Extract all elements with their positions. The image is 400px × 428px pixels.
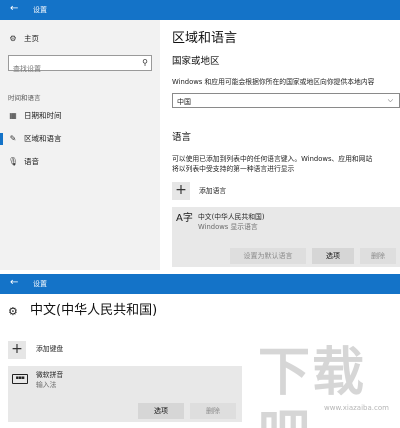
add-keyboard-label[interactable]: 添加键盘 — [36, 345, 63, 354]
sidebar-item-date-time[interactable]: ▦ 日期和时间 — [8, 111, 62, 121]
sidebar-item-label: 区域和语言 — [24, 134, 62, 143]
back-arrow-icon[interactable]: ← — [10, 278, 18, 288]
keyboard-list-item[interactable]: ▪▪▪ 微软拼音 输入法 选项 删除 — [8, 366, 242, 422]
title-bar: ← 设置 — [0, 274, 400, 294]
options-button[interactable]: 选项 — [138, 403, 184, 419]
language-name: 中文(中华人民共和国) — [198, 213, 265, 221]
plus-icon: + — [175, 182, 187, 198]
language-heading: 语言 — [172, 132, 192, 143]
plus-icon: + — [11, 341, 23, 357]
region-language-icon: ✎ — [9, 134, 17, 143]
sidebar-item-home[interactable]: ⚙ 主页 — [8, 34, 39, 44]
language-options-window: ← 设置 ⚙ 中文(中华人民共和国) + 添加键盘 ▪▪▪ 微软拼音 输入法 选… — [0, 274, 400, 428]
keyboard-icon: ▪▪▪ — [12, 374, 28, 384]
country-heading: 国家或地区 — [172, 56, 220, 67]
selection-indicator — [0, 133, 3, 145]
search-icon[interactable]: ⚲ — [142, 58, 148, 67]
language-list-item[interactable]: A字 中文(中华人民共和国) Windows 显示语言 设置为默认语言 选项 删… — [172, 207, 400, 267]
add-language-button[interactable]: + — [172, 182, 190, 200]
sidebar-item-label: 日期和时间 — [24, 111, 62, 120]
back-arrow-icon[interactable]: ← — [10, 4, 18, 14]
remove-button[interactable]: 删除 — [360, 248, 396, 264]
title-bar: ← 设置 — [0, 0, 400, 20]
microphone-icon: 🎙 — [8, 157, 19, 166]
set-default-language-button[interactable]: 设置为默认语言 — [230, 248, 306, 264]
keyboard-subtitle: 输入法 — [36, 381, 57, 389]
sidebar-item-label: 主页 — [24, 34, 39, 43]
sidebar-item-label: 语音 — [24, 157, 39, 166]
country-dropdown[interactable]: 中国 ⌵ — [172, 93, 400, 108]
language-description-line-2: 将以列表中受支持的第一种语言进行显示 — [172, 165, 295, 173]
sidebar-section-caption: 时间和语言 — [8, 94, 41, 102]
add-language-label[interactable]: 添加语言 — [199, 187, 226, 196]
language-glyph-icon: A字 — [176, 213, 193, 224]
window-title: 设置 — [33, 6, 47, 14]
gear-icon: ⚙ — [9, 34, 17, 43]
search-input[interactable] — [9, 62, 133, 76]
page-title: 中文(中华人民共和国) — [30, 303, 158, 318]
language-description-line-1: 可以使用已添加到列表中的任何语言键入。Windows、应用和网站 — [172, 155, 373, 163]
page-title: 区域和语言 — [172, 31, 238, 46]
options-button[interactable]: 选项 — [312, 248, 354, 264]
add-keyboard-button[interactable]: + — [8, 341, 26, 359]
gear-icon: ⚙ — [8, 305, 18, 318]
remove-button[interactable]: 删除 — [190, 403, 236, 419]
sidebar-item-speech[interactable]: 🎙 语音 — [8, 157, 39, 167]
watermark-url: www.xiazaiba.com — [324, 404, 389, 412]
window-title: 设置 — [33, 280, 47, 288]
keyboard-name: 微软拼音 — [36, 371, 64, 379]
sidebar-item-region-language[interactable]: ✎ 区域和语言 — [8, 134, 62, 144]
calendar-clock-icon: ▦ — [9, 111, 17, 120]
search-box[interactable]: ⚲ — [8, 55, 152, 76]
country-description: Windows 和应用可能会根据你所在的国家或地区向你提供本地内容 — [172, 78, 375, 86]
chevron-down-icon: ⌵ — [387, 96, 393, 104]
language-subtitle: Windows 显示语言 — [198, 223, 258, 231]
country-dropdown-value: 中国 — [177, 98, 191, 106]
region-language-window: ← 设置 ⚙ 主页 ⚲ 时间和语言 ▦ 日期和时间 ✎ 区域和语言 🎙 语音 区… — [0, 0, 400, 270]
watermark-logo: 下载吧 — [258, 343, 367, 428]
